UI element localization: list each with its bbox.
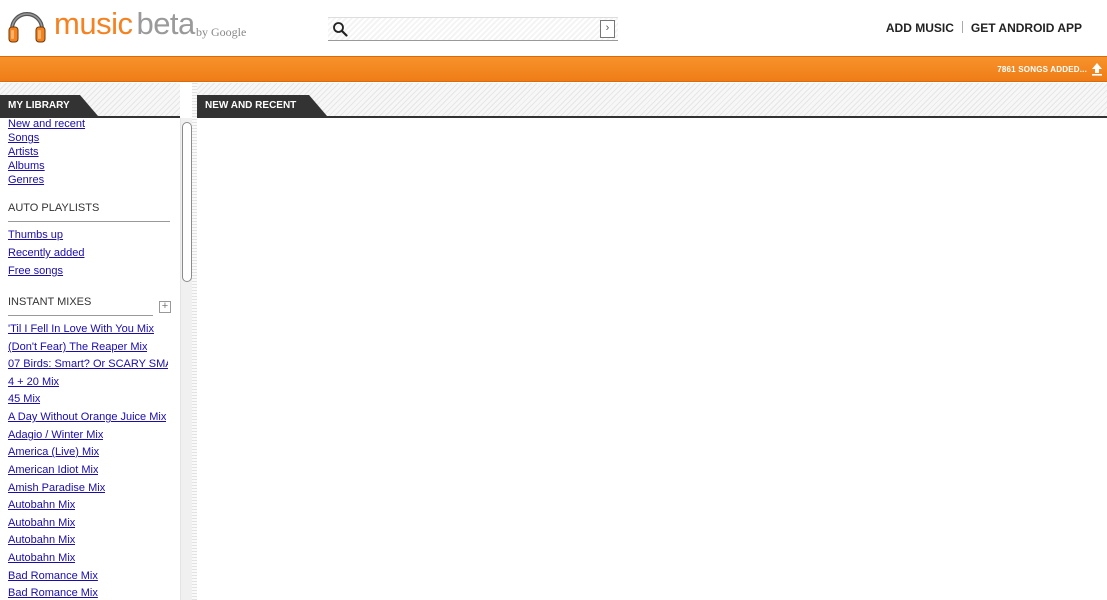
mix-item[interactable]: A Day Without Orange Juice Mix bbox=[8, 411, 166, 423]
sidebar-item-genres[interactable]: Genres bbox=[8, 174, 44, 186]
brand-beta: beta bbox=[136, 6, 195, 41]
section-divider bbox=[8, 221, 170, 222]
search-box: › bbox=[328, 17, 618, 41]
mix-item[interactable]: Adagio / Winter Mix bbox=[8, 429, 103, 441]
mix-item[interactable]: 'Til I Fell In Love With You Mix bbox=[8, 323, 154, 335]
add-mix-plus-icon[interactable]: + bbox=[159, 301, 171, 313]
mix-item[interactable]: Amish Paradise Mix bbox=[8, 482, 105, 494]
sidebar-item-albums[interactable]: Albums bbox=[8, 160, 45, 172]
brand-wordmark[interactable]: music beta bbox=[54, 6, 195, 42]
mix-item[interactable]: 07 Birds: Smart? Or SCARY SMA bbox=[8, 358, 168, 370]
playlist-thumbs-up[interactable]: Thumbs up bbox=[8, 229, 63, 241]
headphones-logo-icon[interactable] bbox=[6, 5, 48, 47]
brand-byline: by Google bbox=[196, 25, 247, 39]
upload-arrow-icon[interactable] bbox=[1091, 62, 1103, 76]
instant-mixes-heading: INSTANT MIXES bbox=[8, 296, 92, 308]
mix-item[interactable]: Autobahn Mix bbox=[8, 517, 75, 529]
link-separator bbox=[961, 21, 963, 33]
sidebar-item-songs[interactable]: Songs bbox=[8, 132, 39, 144]
new-and-recent-panel bbox=[197, 118, 1107, 600]
mix-item[interactable]: 45 Mix bbox=[8, 393, 40, 405]
mix-item[interactable]: Bad Romance Mix bbox=[8, 570, 98, 582]
section-divider bbox=[8, 315, 153, 316]
library-tab-strip: MY LIBRARY bbox=[0, 83, 180, 118]
upload-status-text[interactable]: 7861 SONGS ADDED... bbox=[997, 65, 1087, 74]
sidebar-item-new-and-recent[interactable]: New and recent bbox=[8, 118, 85, 130]
tab-new-and-recent[interactable]: NEW AND RECENT bbox=[197, 95, 327, 116]
add-music-link[interactable]: ADD MUSIC bbox=[886, 21, 954, 35]
mix-item[interactable]: Autobahn Mix bbox=[8, 499, 75, 511]
magnifier-icon bbox=[333, 22, 348, 37]
mix-item[interactable]: Autobahn Mix bbox=[8, 534, 75, 546]
top-links: ADD MUSIC GET ANDROID APP bbox=[886, 21, 1082, 35]
get-android-app-link[interactable]: GET ANDROID APP bbox=[971, 21, 1082, 35]
playlist-recently-added[interactable]: Recently added bbox=[8, 247, 84, 259]
sidebar: New and recent Songs Artists Albums Genr… bbox=[0, 118, 180, 600]
upload-status-bar: 7861 SONGS ADDED... bbox=[0, 56, 1107, 82]
mix-item[interactable]: 4 + 20 Mix bbox=[8, 376, 59, 388]
app-header: music beta by Google › ADD MUSIC GET ANDRO… bbox=[0, 0, 1107, 56]
mix-item[interactable]: Autobahn Mix bbox=[8, 552, 75, 564]
mix-item[interactable]: American Idiot Mix bbox=[8, 464, 98, 476]
sidebar-item-artists[interactable]: Artists bbox=[8, 146, 39, 158]
mix-item[interactable]: Bad Romance Mix bbox=[8, 587, 98, 599]
playlist-free-songs[interactable]: Free songs bbox=[8, 265, 63, 277]
main-tab-strip: NEW AND RECENT bbox=[197, 83, 1107, 118]
brand-name: music bbox=[54, 6, 133, 41]
mix-item[interactable]: America (Live) Mix bbox=[8, 446, 99, 458]
search-go-button[interactable]: › bbox=[600, 20, 615, 38]
search-input[interactable] bbox=[352, 20, 596, 38]
scrollbar-thumb[interactable] bbox=[182, 122, 192, 282]
mix-item[interactable]: (Don't Fear) The Reaper Mix bbox=[8, 341, 147, 353]
sidebar-scrollbar[interactable] bbox=[180, 118, 192, 600]
auto-playlists-heading: AUTO PLAYLISTS bbox=[8, 202, 100, 214]
tab-my-library[interactable]: MY LIBRARY bbox=[0, 95, 98, 116]
